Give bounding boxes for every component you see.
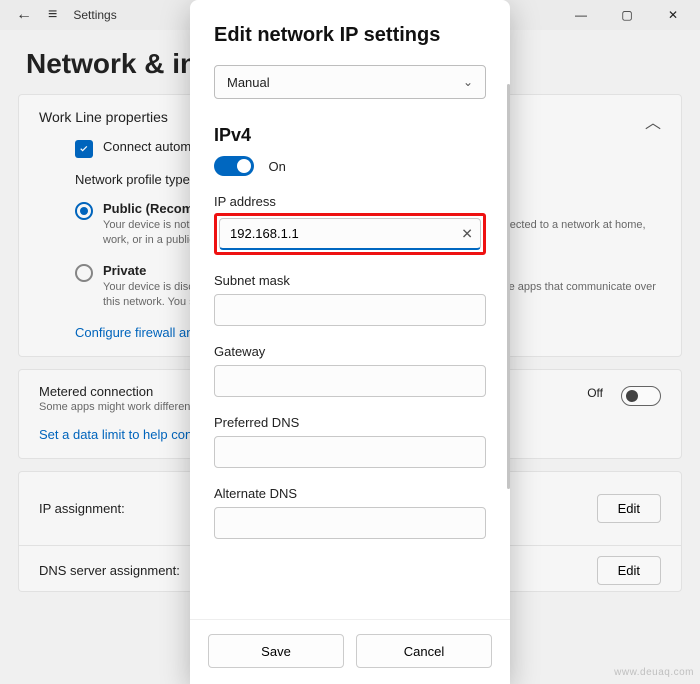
ipv4-state: On bbox=[268, 159, 285, 174]
mode-value: Manual bbox=[227, 75, 270, 90]
cancel-button[interactable]: Cancel bbox=[356, 634, 492, 668]
pref-dns-label: Preferred DNS bbox=[214, 415, 486, 430]
gateway-input[interactable] bbox=[214, 365, 486, 397]
ipv4-heading: IPv4 bbox=[214, 125, 486, 146]
dialog-footer: Save Cancel bbox=[190, 619, 510, 684]
save-button[interactable]: Save bbox=[208, 634, 344, 668]
ip-address-label: IP address bbox=[214, 194, 486, 209]
ip-address-input[interactable] bbox=[219, 218, 481, 250]
subnet-input[interactable] bbox=[214, 294, 486, 326]
subnet-label: Subnet mask bbox=[214, 273, 486, 288]
clear-input-icon[interactable]: ✕ bbox=[461, 226, 473, 243]
ip-address-highlight: ✕ bbox=[214, 213, 486, 255]
mode-select[interactable]: Manual ⌄ bbox=[214, 65, 486, 99]
alt-dns-input[interactable] bbox=[214, 507, 486, 539]
dialog-scrollbar[interactable] bbox=[507, 84, 510, 489]
ipv4-toggle[interactable] bbox=[214, 156, 254, 176]
ip-settings-dialog: Edit network IP settings Manual ⌄ IPv4 O… bbox=[190, 0, 510, 684]
chevron-down-icon: ⌄ bbox=[463, 75, 473, 89]
dialog-title: Edit network IP settings bbox=[214, 24, 486, 47]
gateway-label: Gateway bbox=[214, 344, 486, 359]
alt-dns-label: Alternate DNS bbox=[214, 486, 486, 501]
pref-dns-input[interactable] bbox=[214, 436, 486, 468]
watermark: www.deuaq.com bbox=[614, 667, 694, 678]
